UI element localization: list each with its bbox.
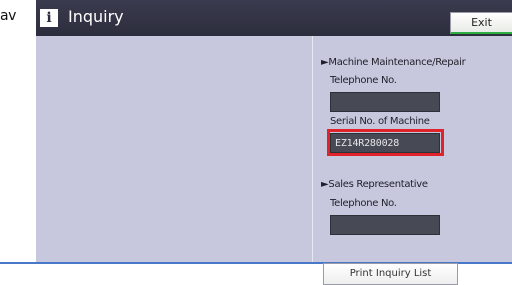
- print-inquiry-list-button[interactable]: Print Inquiry List: [323, 263, 458, 285]
- title-bar: i Inquiry Exit: [36, 0, 512, 36]
- inquiry-screen: i Inquiry Exit ►Machine Maintenance/Repa…: [36, 0, 512, 262]
- sales-representative-heading: ►Sales Representative: [321, 179, 428, 190]
- page-title: Inquiry: [68, 7, 124, 26]
- sales-telephone-label: Telephone No.: [330, 198, 397, 209]
- partial-text-fragment: av: [0, 8, 16, 24]
- info-icon: i: [40, 9, 58, 27]
- machine-maintenance-heading: ►Machine Maintenance/Repair: [321, 57, 466, 68]
- serial-number-highlight: [327, 129, 444, 156]
- machine-telephone-field: [330, 92, 440, 112]
- panel-divider: [312, 36, 313, 262]
- serial-number-label: Serial No. of Machine: [330, 116, 430, 127]
- machine-telephone-label: Telephone No.: [330, 75, 397, 86]
- exit-button[interactable]: Exit: [450, 12, 512, 34]
- sales-telephone-field: [330, 215, 440, 235]
